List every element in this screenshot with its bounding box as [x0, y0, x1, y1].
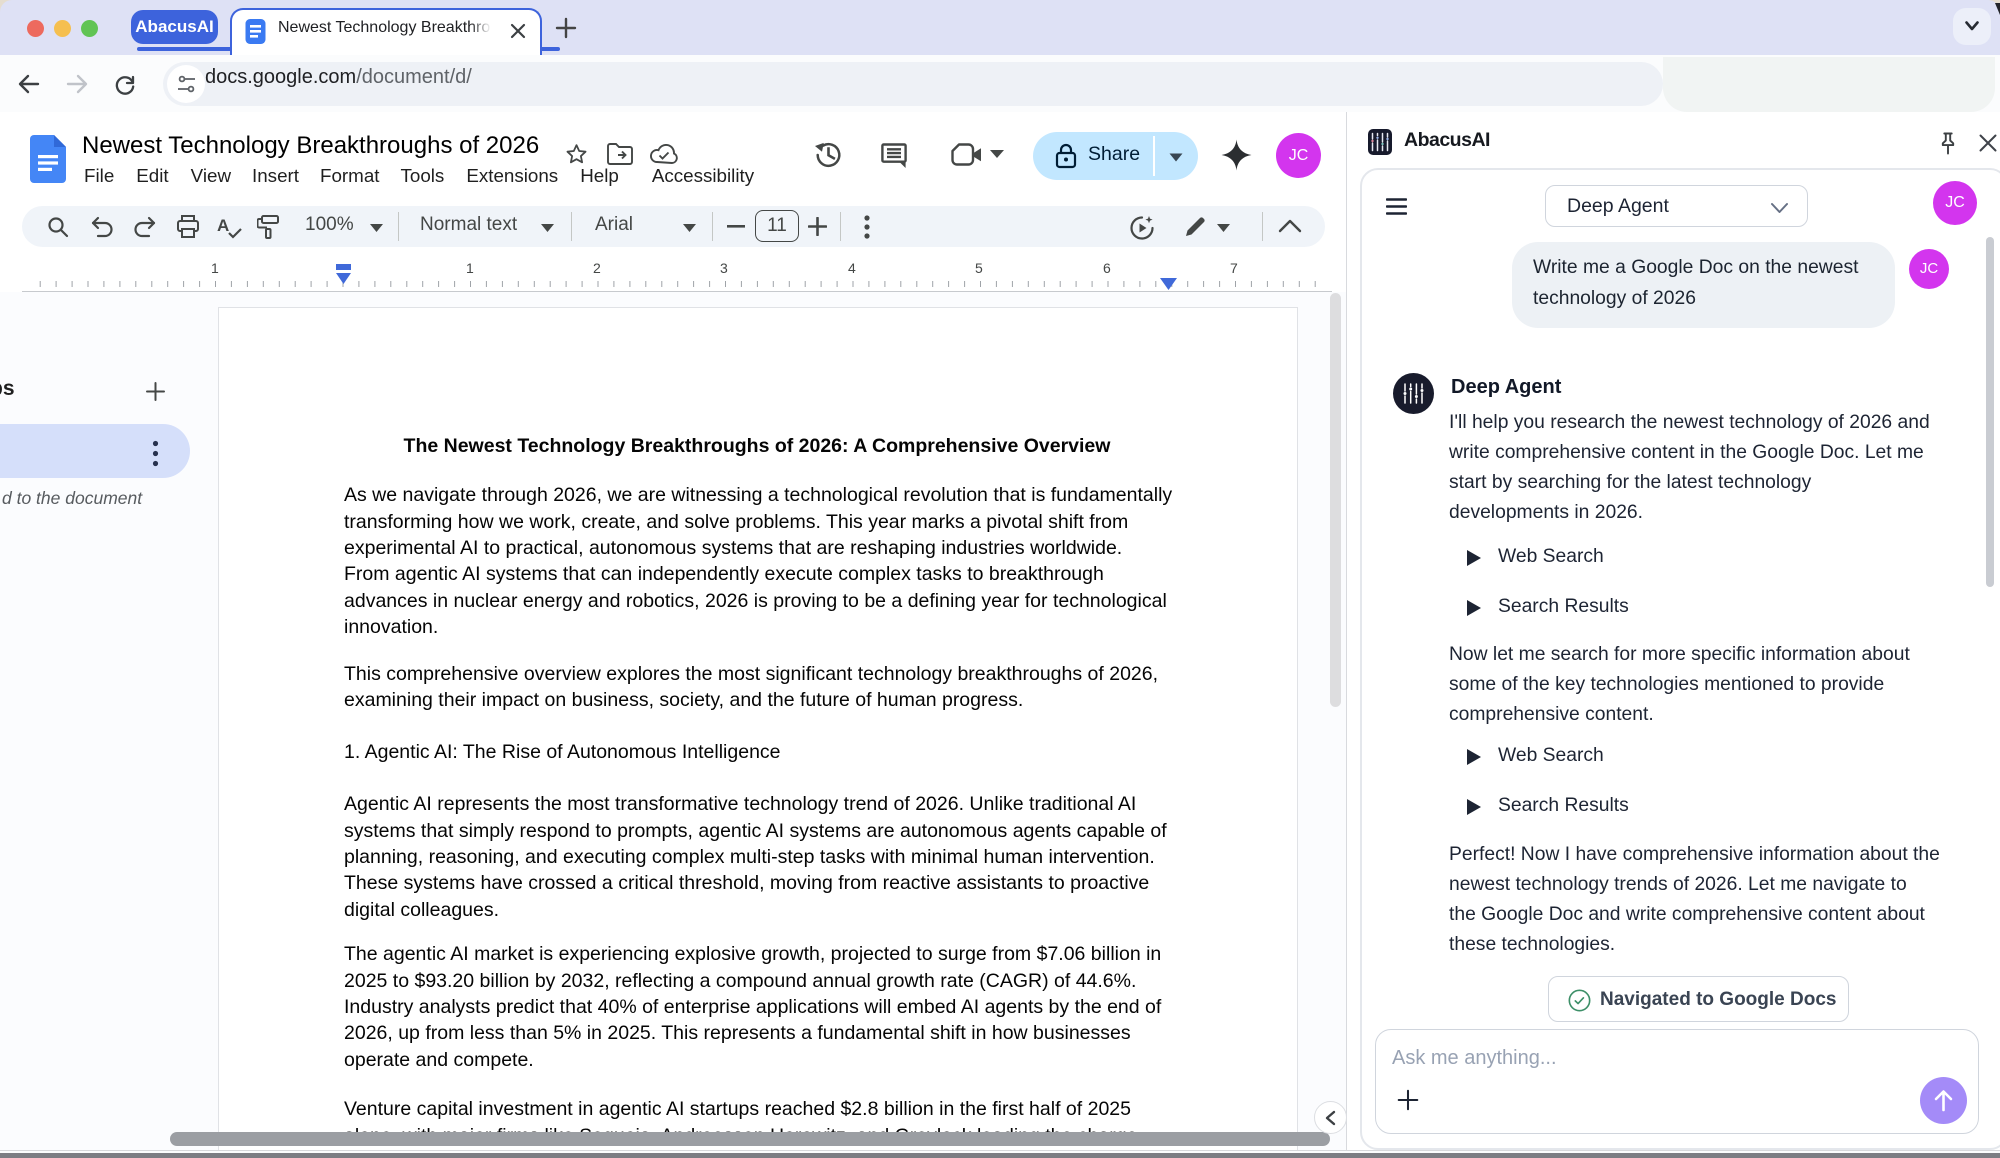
- svg-text:A: A: [217, 216, 229, 235]
